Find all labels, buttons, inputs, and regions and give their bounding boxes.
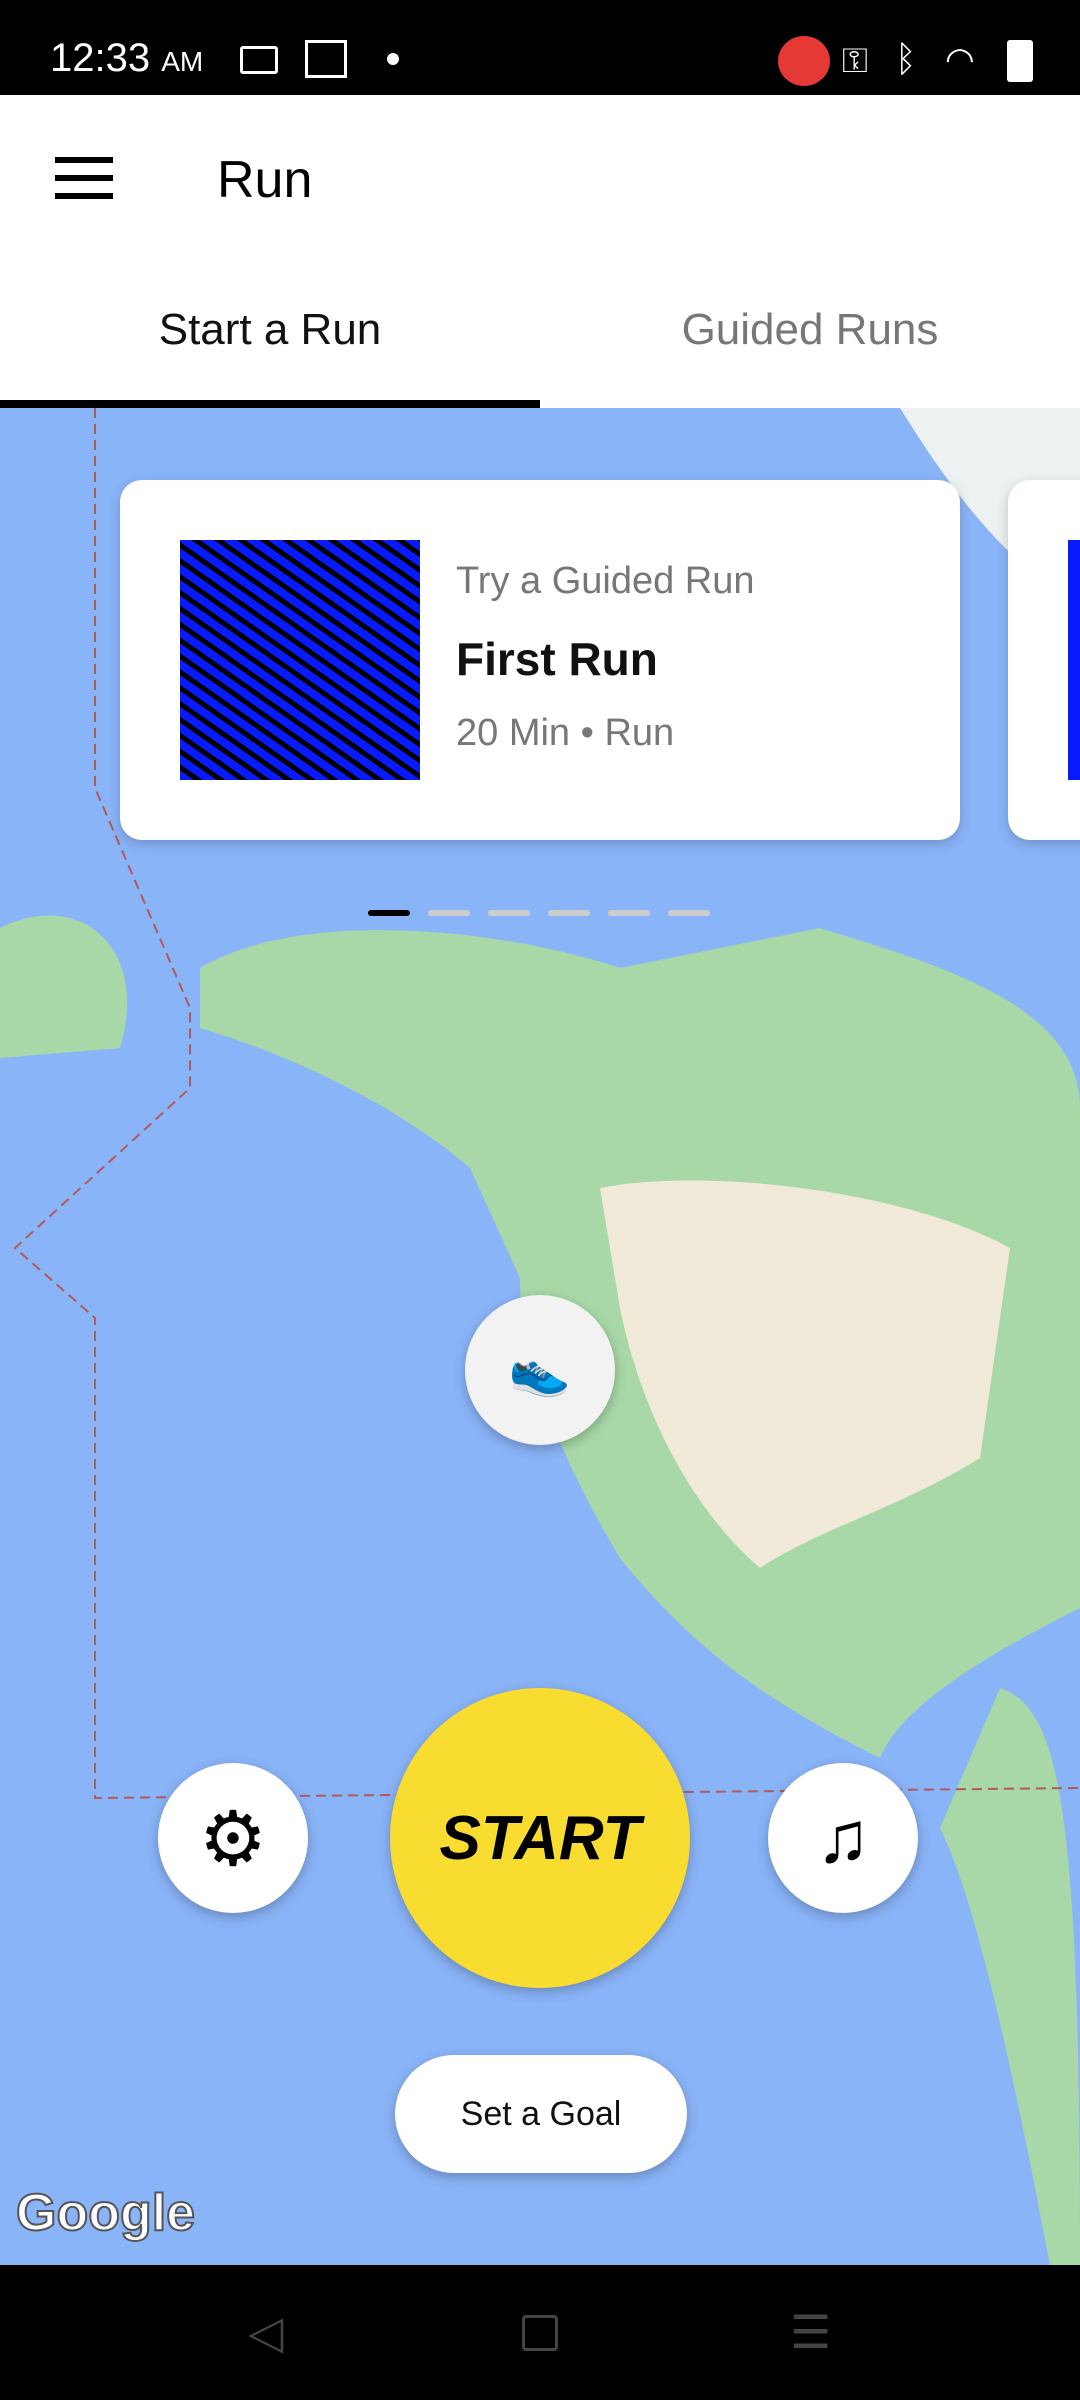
app-bar: Run [0, 95, 1080, 265]
set-goal-button[interactable]: Set a Goal [395, 2055, 687, 2173]
music-button[interactable]: ♫ [768, 1763, 918, 1913]
card-title: First Run [456, 633, 658, 685]
guided-run-artwork [180, 540, 420, 780]
bluetooth-icon: ᛒ [895, 38, 917, 79]
status-bar: 12:33 AM ⚿ ᛒ ◠ [0, 0, 1080, 95]
screen-record-icon [240, 46, 278, 74]
settings-button[interactable]: ⚙ [158, 1763, 308, 1913]
start-button[interactable]: START [390, 1688, 690, 1988]
next-card[interactable] [1008, 480, 1080, 840]
recents-icon[interactable]: ☰ [790, 2305, 831, 2359]
tab-start-a-run[interactable]: Start a Run [0, 305, 540, 355]
music-note-icon: ♫ [816, 1798, 870, 1878]
card-meta: 20 Min • Run [456, 712, 675, 754]
back-icon[interactable]: ◁ [248, 2305, 283, 2359]
shoe-icon: 👟 [508, 1341, 572, 1398]
carousel-indicator[interactable] [368, 910, 710, 916]
recording-icon [778, 36, 830, 86]
shoe-button[interactable]: 👟 [465, 1295, 615, 1445]
active-tab-indicator [0, 400, 540, 408]
wifi-icon: ◠ [945, 41, 975, 79]
page-title: Run [217, 151, 313, 209]
battery-icon [1007, 40, 1033, 82]
google-logo: Google [15, 2183, 196, 2243]
menu-icon[interactable] [55, 157, 113, 199]
status-time: 12:33 AM [50, 36, 204, 80]
home-icon[interactable] [522, 2315, 558, 2351]
notification-dot-icon [387, 53, 399, 65]
map-icon [305, 40, 347, 78]
system-nav-bar: ◁ ☰ [0, 2265, 1080, 2400]
guided-run-card[interactable]: Try a Guided Run First Run 20 Min • Run [120, 480, 960, 840]
vpn-key-icon: ⚿ [842, 42, 868, 80]
tab-guided-runs[interactable]: Guided Runs [540, 305, 1080, 355]
gear-icon: ⚙ [198, 1796, 268, 1882]
card-eyebrow: Try a Guided Run [456, 560, 755, 602]
map[interactable]: Try a Guided Run First Run 20 Min • Run … [0, 408, 1080, 2265]
tab-bar: Start a Run Guided Runs [0, 265, 1080, 408]
start-label: START [439, 1803, 641, 1873]
